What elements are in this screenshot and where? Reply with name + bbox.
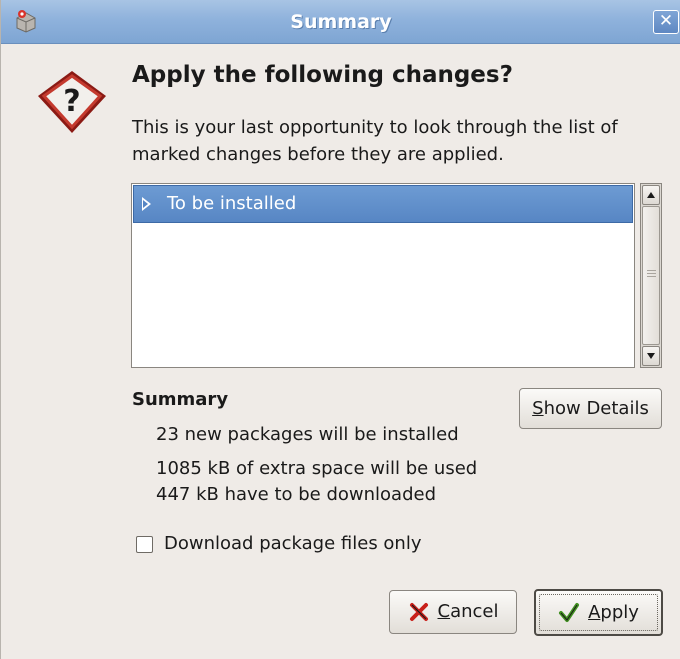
apply-button[interactable]: Apply <box>534 589 663 636</box>
show-details-button[interactable]: Show Details <box>519 388 662 429</box>
button-label: pply <box>600 602 639 623</box>
cancel-x-icon <box>409 603 428 621</box>
window-title: Summary <box>290 11 392 33</box>
grip-line <box>647 270 656 271</box>
mnemonic-letter: C <box>437 601 451 622</box>
arrow-up-icon <box>647 192 655 198</box>
summary-label: Summary <box>132 389 229 410</box>
summary-dialog: Summary ✕ ? Apply the following changes?… <box>0 0 680 659</box>
svg-text:?: ? <box>63 84 80 119</box>
close-icon: ✕ <box>658 11 674 31</box>
mnemonic-letter: A <box>588 602 601 623</box>
triangle-right-icon[interactable] <box>142 197 151 211</box>
download-only-checkbox[interactable] <box>136 536 153 553</box>
vertical-scrollbar[interactable] <box>640 183 662 368</box>
question-icon: ? <box>38 71 106 133</box>
close-button[interactable]: ✕ <box>653 10 679 34</box>
checkmark-icon <box>559 602 580 622</box>
titlebar[interactable]: Summary ✕ <box>1 0 680 44</box>
stat-new-packages: 23 new packages will be installed <box>156 424 459 445</box>
stat-download-size: 447 kB have to be downloaded <box>156 484 437 505</box>
grip-line <box>647 273 656 274</box>
dialog-description: This is your last opportunity to look th… <box>132 117 618 165</box>
stat-extra-space: 1085 kB of extra space will be used <box>156 458 478 479</box>
button-label: how Details <box>543 398 649 419</box>
button-label: ancel <box>450 601 499 622</box>
scroll-thumb[interactable] <box>642 206 660 345</box>
mnemonic-letter: S <box>532 398 544 419</box>
list-item-to-be-installed[interactable]: To be installed <box>133 185 633 223</box>
grip-line <box>647 276 656 277</box>
changes-list[interactable]: To be installed <box>131 183 635 368</box>
scroll-down-button[interactable] <box>642 346 660 366</box>
cancel-button[interactable]: Cancel <box>389 590 517 634</box>
download-only-label[interactable]: Download package files only <box>164 533 422 554</box>
list-item-label: To be installed <box>167 193 297 214</box>
dialog-heading: Apply the following changes? <box>132 62 513 88</box>
scroll-up-button[interactable] <box>642 185 660 205</box>
arrow-down-icon <box>647 353 655 359</box>
